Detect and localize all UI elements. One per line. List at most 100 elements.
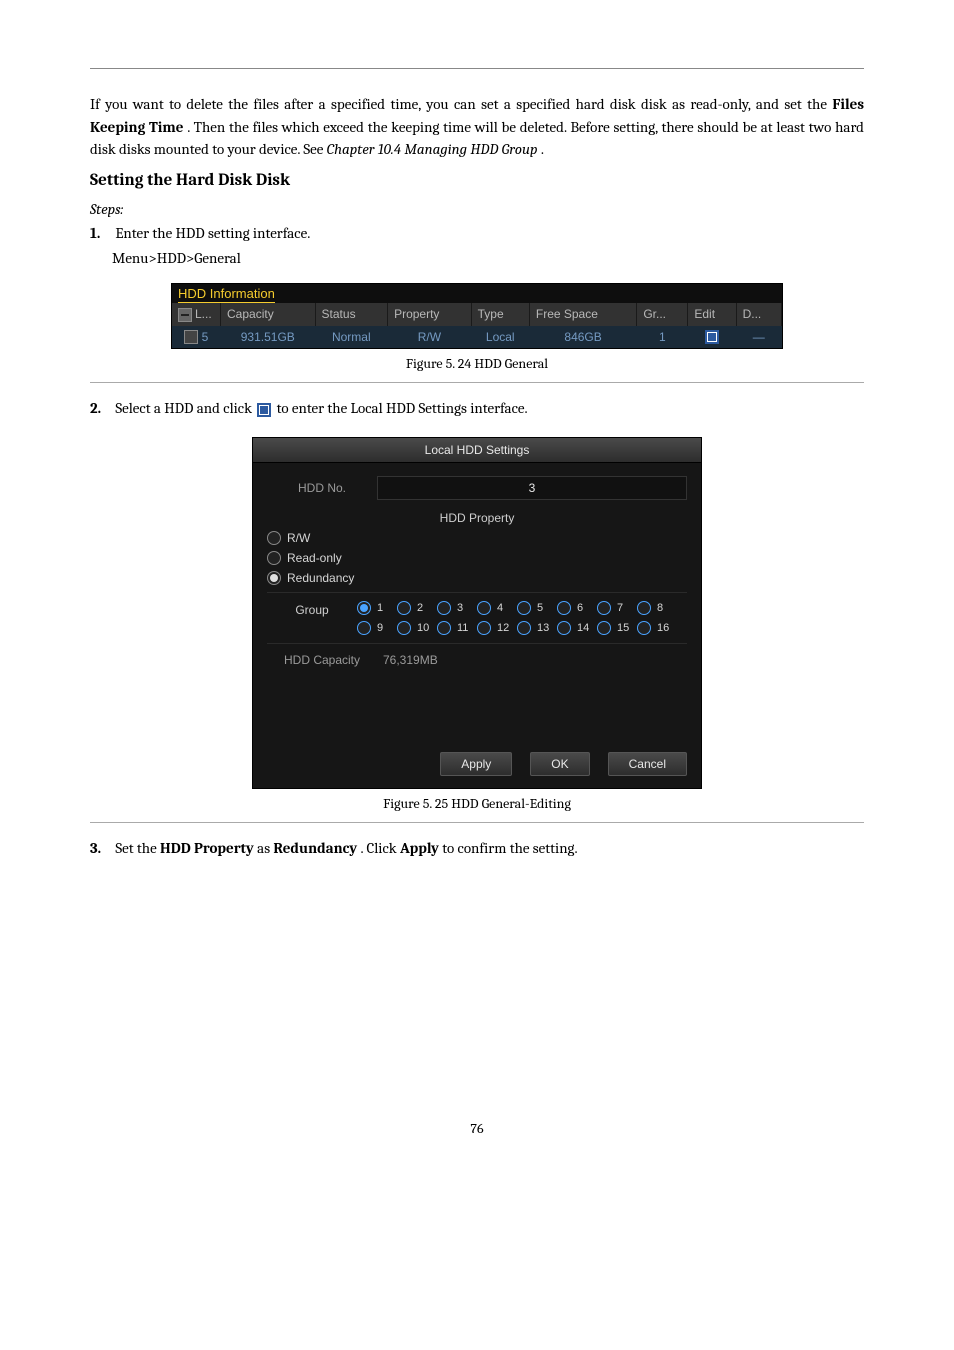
hdd-property-label: HDD Property [267, 505, 687, 528]
col-delete: D... [736, 303, 781, 326]
hdd-capacity-row: HDD Capacity 76,319MB [267, 644, 687, 676]
col-edit: Edit [688, 303, 736, 326]
section-heading: Setting the Hard Disk Disk [90, 171, 864, 190]
row-property: R/W [388, 326, 472, 349]
group-option-8[interactable]: 8 [637, 601, 675, 615]
step-3-hdd-property: HDD Property [160, 839, 254, 857]
group-option-11[interactable]: 11 [437, 621, 475, 635]
step-2: 2. Select a HDD and click to enter the L… [90, 397, 864, 420]
step-2-number: 2. [90, 397, 112, 420]
group-option-3[interactable]: 3 [437, 601, 475, 615]
group-option-14[interactable]: 14 [557, 621, 595, 635]
step-1-number: 1. [90, 222, 112, 245]
cancel-button[interactable]: Cancel [608, 752, 687, 776]
edit-icon [257, 403, 271, 417]
hdd-no-row: HDD No. 3 [267, 471, 687, 505]
divider [90, 822, 864, 823]
group-option-9[interactable]: 9 [357, 621, 395, 635]
step-3: 3. Set the HDD Property as Redundancy . … [90, 837, 864, 860]
group-option-4[interactable]: 4 [477, 601, 515, 615]
divider [90, 382, 864, 383]
radio-icon [267, 531, 281, 545]
radio-icon [267, 551, 281, 565]
group-option-13[interactable]: 13 [517, 621, 555, 635]
radio-icon [637, 601, 651, 615]
radio-icon [357, 601, 371, 615]
dialog-button-row: Apply OK Cancel [253, 740, 701, 788]
group-option-10[interactable]: 10 [397, 621, 435, 635]
step-1: 1. Enter the HDD setting interface. [90, 222, 864, 245]
group-options: 1 2 3 4 5 6 7 8 9 10 11 12 13 14 [357, 601, 687, 635]
radio-icon [517, 621, 531, 635]
radio-icon [557, 621, 571, 635]
radio-icon [557, 601, 571, 615]
hdd-property-redundancy[interactable]: Redundancy [267, 568, 687, 588]
radio-label: R/W [287, 531, 310, 545]
radio-icon [397, 621, 411, 635]
step-3-text-c: as [257, 839, 273, 857]
radio-icon [437, 601, 451, 615]
page-number: 76 [90, 1120, 864, 1137]
hdd-info-title: HDD Information [172, 284, 782, 303]
header-rule [90, 64, 864, 69]
radio-icon [517, 601, 531, 615]
step-2-text-b: to enter the Local HDD Settings interfac… [277, 399, 528, 417]
radio-icon [637, 621, 651, 635]
local-hdd-settings-dialog: Local HDD Settings HDD No. 3 HDD Propert… [252, 437, 702, 789]
table-row[interactable]: 5 931.51GB Normal R/W Local 846GB 1 — [172, 326, 782, 349]
col-capacity: Capacity [221, 303, 316, 326]
hdd-no-value[interactable]: 3 [377, 476, 687, 500]
group-option-6[interactable]: 6 [557, 601, 595, 615]
hdd-property-rw[interactable]: R/W [267, 528, 687, 548]
radio-icon [437, 621, 451, 635]
col-group: Gr... [637, 303, 688, 326]
row-type: Local [471, 326, 529, 349]
hdd-property-readonly[interactable]: Read-only [267, 548, 687, 568]
apply-button[interactable]: Apply [440, 752, 512, 776]
step-1-text: Enter the HDD setting interface. [115, 224, 310, 242]
hdd-capacity-label: HDD Capacity [267, 653, 377, 667]
hdd-capacity-value: 76,319MB [377, 649, 444, 671]
figure-1-caption: Figure 5. 24 HDD General [90, 355, 864, 372]
group-option-2[interactable]: 2 [397, 601, 435, 615]
step-3-text-a: Set the [115, 839, 160, 857]
group-option-16[interactable]: 16 [637, 621, 675, 635]
hdd-info-table: L... Capacity Status Property Type Free … [172, 303, 782, 349]
group-option-12[interactable]: 12 [477, 621, 515, 635]
step-3-text-g: to confirm the setting. [442, 839, 577, 857]
radio-label: Redundancy [287, 571, 354, 585]
ok-button[interactable]: OK [530, 752, 589, 776]
steps-label: Steps: [90, 200, 864, 218]
group-option-5[interactable]: 5 [517, 601, 555, 615]
col-status: Status [315, 303, 388, 326]
step-3-redundancy: Redundancy [273, 839, 357, 857]
radio-icon [597, 621, 611, 635]
col-property: Property [388, 303, 472, 326]
intro-text-a: If you want to delete the files after a … [90, 95, 832, 113]
dialog-title: Local HDD Settings [253, 438, 701, 463]
select-all-checkbox[interactable] [178, 308, 192, 322]
step-2-text-a: Select a HDD and click [115, 399, 255, 417]
col-type: Type [471, 303, 529, 326]
row-free-space: 846GB [529, 326, 636, 349]
intro-paragraph: If you want to delete the files after a … [90, 93, 864, 161]
radio-label: Read-only [287, 551, 342, 565]
hdd-no-label: HDD No. [267, 481, 377, 495]
row-capacity: 931.51GB [221, 326, 316, 349]
step-3-number: 3. [90, 837, 112, 860]
hdd-info-panel: HDD Information L... Capacity Status Pro… [171, 283, 783, 350]
figure-2-caption: Figure 5. 25 HDD General-Editing [90, 795, 864, 812]
group-label: Group [267, 601, 357, 617]
radio-icon [597, 601, 611, 615]
group-option-1[interactable]: 1 [357, 601, 395, 615]
row-checkbox[interactable] [184, 330, 198, 344]
intro-text-e: . [541, 140, 544, 158]
radio-icon [477, 601, 491, 615]
group-row: Group 1 2 3 4 5 6 7 8 9 10 11 12 [267, 592, 687, 644]
group-option-7[interactable]: 7 [597, 601, 635, 615]
group-option-15[interactable]: 15 [597, 621, 635, 635]
row-group: 1 [637, 326, 688, 349]
col-free-space: Free Space [529, 303, 636, 326]
edit-icon[interactable] [705, 330, 719, 344]
intro-chapter-ref: Chapter 10.4 Managing HDD Group [327, 140, 538, 158]
